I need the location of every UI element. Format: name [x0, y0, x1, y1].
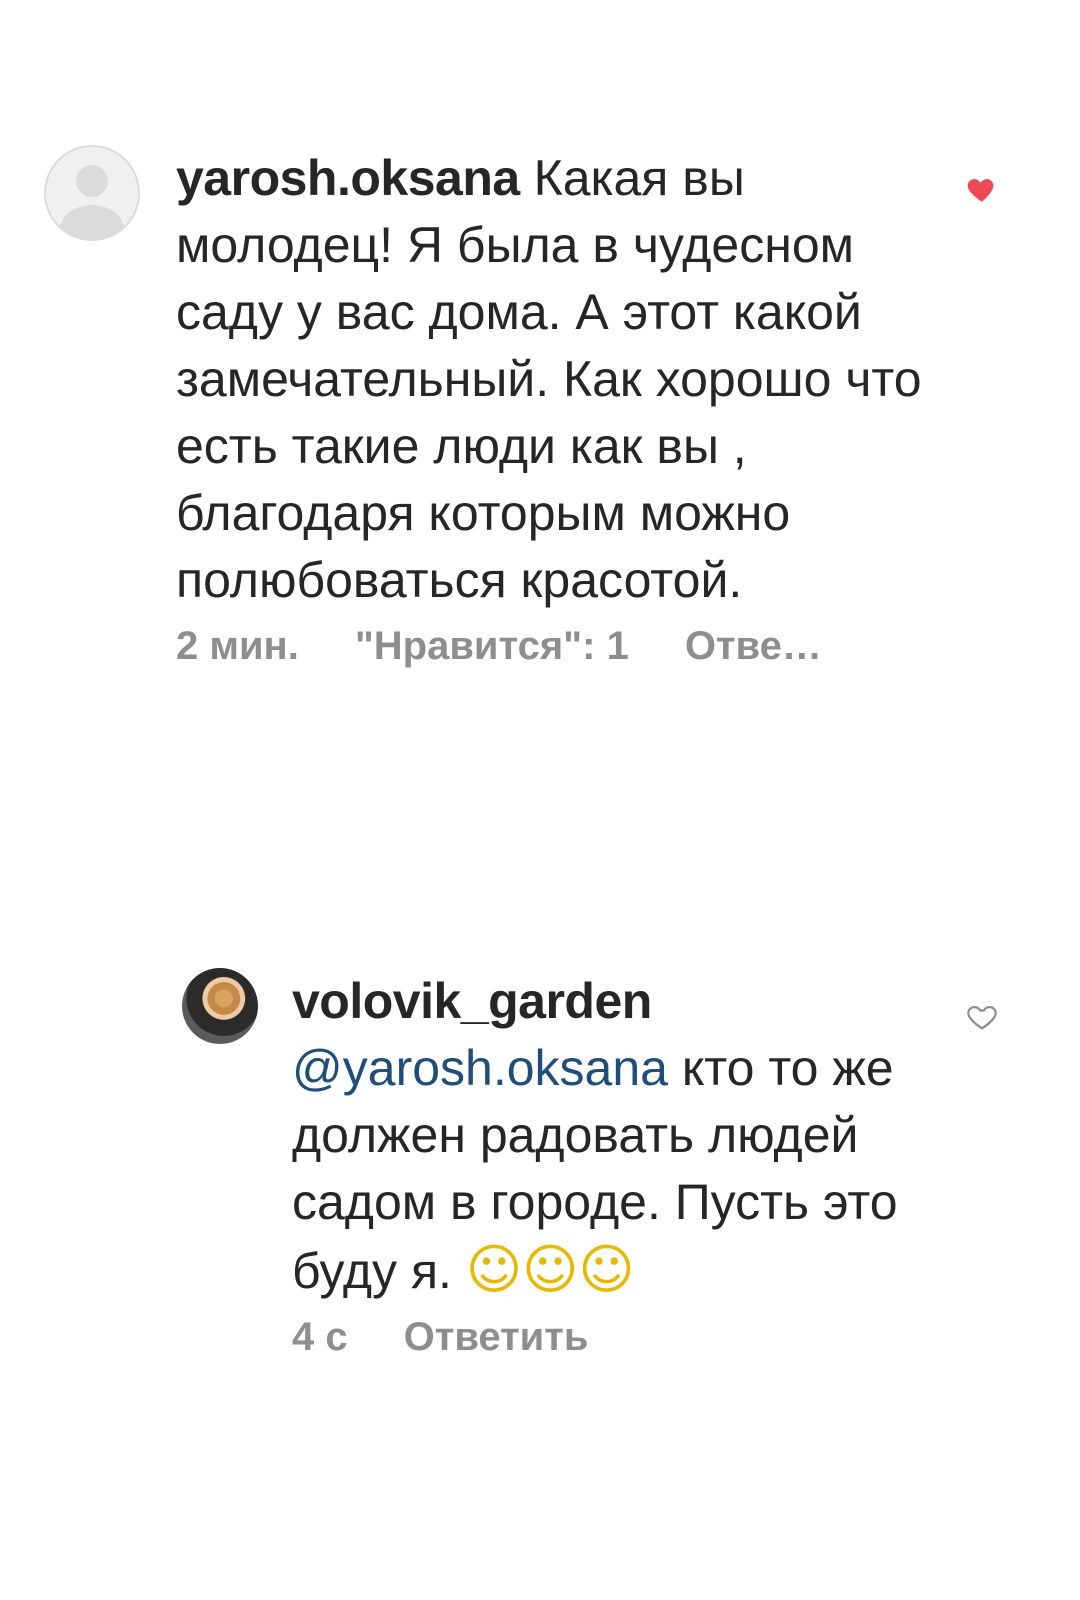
comment-text: yarosh.oksana Какая вы молодец! Я была в…	[176, 145, 936, 614]
default-avatar-icon[interactable]	[44, 145, 140, 241]
mention-link[interactable]: @yarosh.oksana	[292, 1040, 668, 1096]
comment-meta: 2 мин. "Нравится": 1 Отве…	[176, 624, 936, 669]
reply-comment-item: volovik_garden @yarosh.oksana кто то же …	[182, 968, 1044, 1360]
heart-outline-icon[interactable]	[965, 1000, 999, 1034]
reply-button[interactable]: Ответить	[404, 1315, 589, 1360]
comment-meta: 4 с Ответить	[292, 1315, 932, 1360]
comment-text: @yarosh.oksana кто то же должен радовать…	[292, 1035, 932, 1305]
comment-username[interactable]: yarosh.oksana	[176, 150, 520, 206]
avatar[interactable]	[182, 968, 258, 1044]
heart-filled-icon[interactable]	[965, 172, 999, 206]
comment-time: 4 с	[292, 1315, 348, 1359]
likes-count-link[interactable]: "Нравится": 1	[355, 624, 629, 669]
comment-message: Какая вы молодец! Я была в чудесном саду…	[176, 150, 922, 608]
comment-item: yarosh.oksana Какая вы молодец! Я была в…	[44, 145, 1044, 669]
comment-time: 2 мин.	[176, 624, 299, 668]
comment-body: volovik_garden @yarosh.oksana кто то же …	[292, 968, 932, 1360]
comment-body: yarosh.oksana Какая вы молодец! Я была в…	[176, 145, 936, 669]
comment-username[interactable]: volovik_garden	[292, 968, 932, 1035]
smile-emoji: ☺☺☺	[465, 1238, 635, 1301]
reply-button[interactable]: Отве…	[685, 624, 822, 669]
